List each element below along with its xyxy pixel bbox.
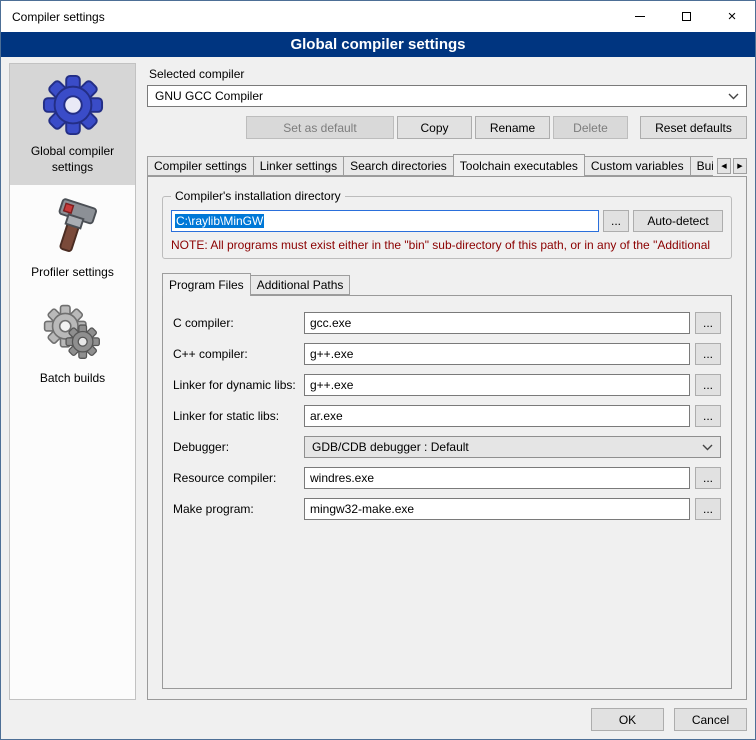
note-text: NOTE: All programs must exist either in … — [171, 238, 723, 252]
tab-scroll-arrows: ◀ ▶ — [717, 158, 747, 174]
subtab-program-files[interactable]: Program Files — [162, 273, 251, 296]
dynamic-linker-input[interactable] — [304, 374, 690, 396]
cancel-button[interactable]: Cancel — [674, 708, 747, 731]
page-title: Global compiler settings — [1, 32, 755, 57]
sidebar-item-global-compiler-settings[interactable]: Global compiler settings — [10, 64, 135, 185]
titlebar: Compiler settings × — [1, 1, 755, 32]
maximize-icon — [682, 12, 691, 21]
field-row-debugger: Debugger: GDB/CDB debugger : Default — [173, 436, 721, 458]
copy-button[interactable]: Copy — [397, 116, 472, 139]
field-row-dynamic-linker: Linker for dynamic libs: ... — [173, 374, 721, 396]
window-controls: × — [617, 1, 755, 32]
main-area: Selected compiler GNU GCC Compiler Set a… — [147, 63, 747, 700]
compiler-combobox[interactable]: GNU GCC Compiler — [147, 85, 747, 107]
make-program-input[interactable] — [304, 498, 690, 520]
field-label: C++ compiler: — [173, 347, 299, 361]
auto-detect-button[interactable]: Auto-detect — [633, 210, 723, 232]
reset-defaults-button[interactable]: Reset defaults — [640, 116, 747, 139]
ok-button[interactable]: OK — [591, 708, 664, 731]
dynamic-linker-browse-button[interactable]: ... — [695, 374, 721, 396]
close-button[interactable]: × — [709, 1, 755, 32]
field-label: Debugger: — [173, 440, 299, 454]
cpp-compiler-input[interactable] — [304, 343, 690, 365]
minimize-icon — [635, 16, 645, 17]
sidebar-item-label: Batch builds — [40, 371, 105, 387]
field-label: Linker for static libs: — [173, 409, 299, 423]
field-row-make-program: Make program: ... — [173, 498, 721, 520]
tabs-scroll: Compiler settings Linker settings Search… — [147, 154, 713, 176]
tabs-row: Compiler settings Linker settings Search… — [147, 154, 747, 176]
tab-scroll-right-button[interactable]: ▶ — [733, 158, 747, 174]
field-label: Linker for dynamic libs: — [173, 378, 299, 392]
set-as-default-button[interactable]: Set as default — [246, 116, 394, 139]
sidebar: Global compiler settings Profiler settin… — [9, 63, 136, 700]
compiler-combobox-value: GNU GCC Compiler — [155, 89, 728, 103]
install-dir-browse-button[interactable]: ... — [603, 210, 629, 232]
chevron-down-icon — [702, 444, 713, 451]
dialog-body: Global compiler settings Profiler settin… — [1, 57, 755, 739]
static-linker-input[interactable] — [304, 405, 690, 427]
field-row-c-compiler: C compiler: ... — [173, 312, 721, 334]
subtabs-row: Program Files Additional Paths — [162, 273, 732, 295]
sidebar-item-batch-builds[interactable]: Batch builds — [10, 291, 135, 397]
tab-build-options-clipped[interactable]: Buil — [690, 156, 713, 176]
delete-button[interactable]: Delete — [553, 116, 628, 139]
selected-compiler-label: Selected compiler — [149, 67, 747, 81]
make-program-browse-button[interactable]: ... — [695, 498, 721, 520]
field-row-resource-compiler: Resource compiler: ... — [173, 467, 721, 489]
tab-compiler-settings[interactable]: Compiler settings — [147, 156, 254, 176]
install-dir-groupbox: Compiler's installation directory C:\ray… — [162, 196, 732, 259]
sidebar-item-label: Global compiler settings — [14, 144, 131, 175]
close-icon: × — [728, 8, 737, 25]
dialog-footer: OK Cancel — [9, 700, 747, 731]
compiler-settings-window: Compiler settings × Global compiler sett… — [0, 0, 756, 740]
maximize-button[interactable] — [663, 1, 709, 32]
field-label: Make program: — [173, 502, 299, 516]
field-row-cpp-compiler: C++ compiler: ... — [173, 343, 721, 365]
subtab-additional-paths[interactable]: Additional Paths — [250, 275, 351, 295]
install-dir-selected-text: C:\raylib\MinGW — [175, 214, 264, 228]
cpp-compiler-browse-button[interactable]: ... — [695, 343, 721, 365]
chevron-down-icon — [728, 93, 739, 100]
tab-linker-settings[interactable]: Linker settings — [253, 156, 344, 176]
field-row-static-linker: Linker for static libs: ... — [173, 405, 721, 427]
tab-scroll-left-button[interactable]: ◀ — [717, 158, 731, 174]
compiler-buttons-row: Set as default Copy Rename Delete Reset … — [147, 116, 747, 139]
gear-icon — [42, 74, 104, 136]
rename-button[interactable]: Rename — [475, 116, 550, 139]
static-linker-browse-button[interactable]: ... — [695, 405, 721, 427]
sidebar-item-label: Profiler settings — [31, 265, 114, 281]
resource-compiler-input[interactable] — [304, 467, 690, 489]
tab-custom-variables[interactable]: Custom variables — [584, 156, 691, 176]
sidebar-item-profiler-settings[interactable]: Profiler settings — [10, 185, 135, 291]
c-compiler-browse-button[interactable]: ... — [695, 312, 721, 334]
debugger-select-value: GDB/CDB debugger : Default — [312, 440, 702, 454]
toolchain-panel: Compiler's installation directory C:\ray… — [147, 176, 747, 700]
install-dir-input[interactable]: C:\raylib\MinGW — [171, 210, 599, 232]
program-files-panel: C compiler: ... C++ compiler: ... Linker… — [162, 295, 732, 689]
field-label: C compiler: — [173, 316, 299, 330]
debugger-select[interactable]: GDB/CDB debugger : Default — [304, 436, 721, 458]
c-compiler-input[interactable] — [304, 312, 690, 334]
field-label: Resource compiler: — [173, 471, 299, 485]
tab-toolchain-executables[interactable]: Toolchain executables — [453, 154, 585, 176]
minimize-button[interactable] — [617, 1, 663, 32]
tab-search-directories[interactable]: Search directories — [343, 156, 454, 176]
window-title: Compiler settings — [1, 10, 105, 24]
resource-compiler-browse-button[interactable]: ... — [695, 467, 721, 489]
install-dir-groupbox-legend: Compiler's installation directory — [171, 189, 345, 203]
batch-builds-icon — [42, 301, 104, 363]
profiler-icon — [42, 195, 104, 257]
